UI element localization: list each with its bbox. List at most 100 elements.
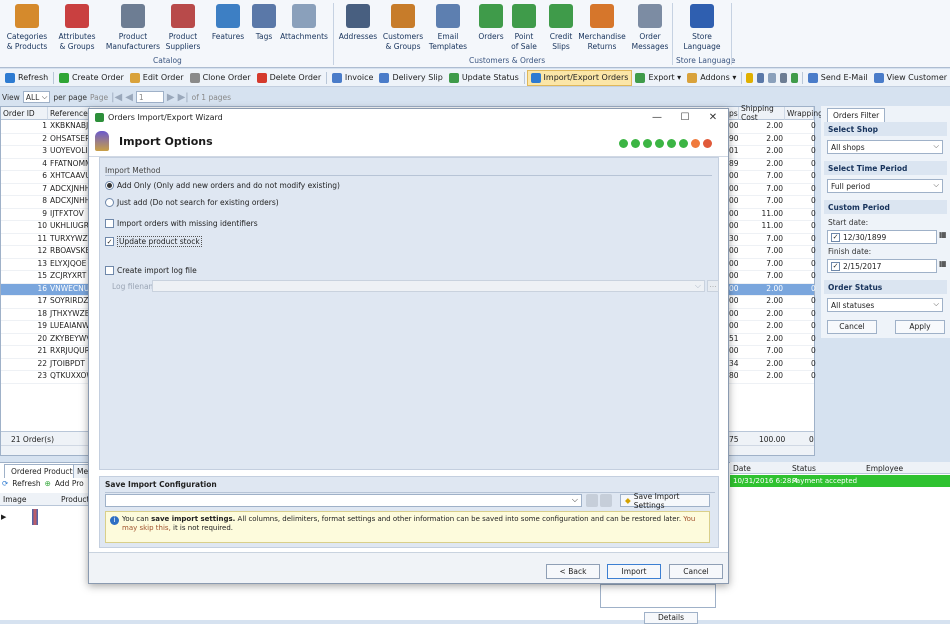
- ribbon-label: Point of Sale: [511, 32, 537, 51]
- tab-ordered-products[interactable]: Ordered Products: [4, 464, 84, 478]
- option-missing-identifiers[interactable]: Import orders with missing identifiers: [105, 219, 258, 228]
- ribbon-separator: [333, 3, 334, 65]
- radio-add-only[interactable]: [105, 181, 114, 190]
- toolbar-extra-icon[interactable]: [779, 72, 787, 83]
- refresh-icon: [5, 72, 15, 83]
- toolbar-extra-icon[interactable]: [790, 72, 799, 83]
- ribbon-button-attachments[interactable]: Attachments: [279, 4, 329, 42]
- reference-cell: UOYEVOLI: [50, 146, 88, 155]
- config-select[interactable]: ⌵: [105, 494, 582, 507]
- save-import-settings-button[interactable]: ◆ Save Import Settings: [620, 492, 710, 510]
- calendar-icon[interactable]: ▦: [939, 259, 947, 268]
- shipping-cost-cell: 7.00: [766, 171, 783, 180]
- shipping-cost-cell: 2.00: [766, 146, 783, 155]
- import-button[interactable]: Import: [607, 564, 661, 579]
- history-row[interactable]: 10/31/2016 6:28:4 Payment accepted: [730, 475, 950, 487]
- update-status-button[interactable]: Update Status: [446, 70, 522, 86]
- ribbon-button-categories-products[interactable]: Categories & Products: [2, 4, 52, 51]
- export-button[interactable]: Export ▾: [632, 70, 684, 86]
- finish-date-field[interactable]: ✓ 2/15/2017: [827, 259, 937, 273]
- toolbar-extra-icon[interactable]: [746, 72, 754, 83]
- clone-order-button[interactable]: Clone Order: [187, 70, 254, 86]
- ps-cell: 89: [729, 158, 739, 168]
- col-wrapping[interactable]: Wrapping: [785, 107, 823, 120]
- add-product-button[interactable]: Add Pro: [55, 479, 84, 488]
- dialog-cancel-button[interactable]: Cancel: [669, 564, 723, 579]
- ribbon-button-attributes[interactable]: Attributes & Groups: [52, 4, 102, 51]
- start-date-field[interactable]: ✓ 12/30/1899: [827, 230, 937, 244]
- refresh-button[interactable]: Refresh: [12, 479, 40, 488]
- wrapping-cell: 0: [811, 146, 816, 155]
- maximize-icon[interactable]: ☐: [671, 109, 699, 126]
- toolbar-extra-icon[interactable]: [757, 72, 765, 83]
- col-reference[interactable]: Reference: [48, 107, 90, 120]
- ribbon-button-addresses[interactable]: Addresses: [333, 4, 383, 42]
- ribbon-button-supplier[interactable]: Product Suppliers: [158, 4, 208, 51]
- shipping-cost-cell: 2.00: [766, 133, 783, 143]
- details-button[interactable]: Details: [644, 612, 698, 624]
- back-button[interactable]: < Back: [546, 564, 600, 579]
- col-date[interactable]: Date: [733, 464, 751, 473]
- col-shipping-cost[interactable]: Shipping Cost: [739, 104, 785, 122]
- order-status-dropdown[interactable]: All statuses: [827, 298, 943, 312]
- first-page-icon[interactable]: |◀: [111, 92, 122, 103]
- shop-dropdown[interactable]: All shops: [827, 140, 943, 154]
- option-update-stock[interactable]: ✓ Update product stock: [105, 236, 202, 247]
- option-add-only[interactable]: Add Only (Only add new orders and do not…: [105, 181, 340, 190]
- ps-cell: 90: [729, 133, 739, 143]
- close-icon[interactable]: ✕: [699, 109, 727, 126]
- message-box[interactable]: [600, 584, 716, 608]
- tab-orders-filter[interactable]: Orders Filter: [827, 108, 886, 122]
- save-disk-icon[interactable]: [600, 494, 612, 507]
- toolbar-extra-icon[interactable]: [768, 72, 776, 83]
- ribbon-button-store-language[interactable]: Store Language: [677, 4, 727, 51]
- prev-page-icon[interactable]: ◀: [125, 92, 133, 103]
- ribbon-button-returns[interactable]: Merchandise Returns: [577, 4, 627, 51]
- radio-just-add[interactable]: [105, 198, 114, 207]
- delete-config-icon[interactable]: [586, 494, 598, 507]
- attachments-icon: [292, 4, 316, 28]
- col-product[interactable]: Product: [58, 493, 89, 506]
- next-page-icon[interactable]: ▶: [167, 92, 175, 103]
- finish-date-checkbox[interactable]: ✓: [831, 261, 840, 271]
- refresh-button[interactable]: Refresh: [2, 70, 51, 86]
- col-employee[interactable]: Employee: [866, 464, 903, 473]
- start-date-checkbox[interactable]: ✓: [831, 232, 840, 242]
- filter-cancel-button[interactable]: Cancel: [827, 320, 877, 334]
- delete-order-button[interactable]: Delete Order: [254, 70, 325, 86]
- option-just-add[interactable]: Just add (Do not search for existing ord…: [105, 198, 279, 207]
- col-order-id[interactable]: Order ID: [1, 107, 48, 120]
- ps-cell: 00: [729, 296, 739, 305]
- time-period-dropdown[interactable]: Full period: [827, 179, 943, 193]
- minimize-icon[interactable]: —: [643, 109, 671, 126]
- log-filename-input[interactable]: ⌵: [152, 280, 705, 292]
- browse-icon[interactable]: …: [707, 280, 719, 292]
- ribbon-button-customers[interactable]: Customers & Groups: [378, 4, 428, 51]
- shipping-cost-cell: 2.00: [766, 283, 783, 293]
- view-select[interactable]: ALL ⌵: [22, 91, 51, 103]
- calendar-icon[interactable]: ▦: [939, 230, 947, 239]
- invoice-button[interactable]: Invoice: [329, 70, 377, 86]
- option-create-log[interactable]: Create import log file: [105, 266, 197, 275]
- edit-order-button[interactable]: Edit Order: [127, 70, 187, 86]
- checkbox-create-log[interactable]: [105, 266, 114, 275]
- checkbox-missing-identifiers[interactable]: [105, 219, 114, 228]
- checkbox-update-stock[interactable]: ✓: [105, 237, 114, 246]
- refresh-icon[interactable]: ⟳: [2, 479, 8, 488]
- reference-cell: XKBKNABJK: [50, 121, 94, 130]
- col-status[interactable]: Status: [792, 464, 816, 473]
- view-customer-button[interactable]: View Customer: [871, 70, 950, 86]
- ps-cell: 00: [729, 221, 739, 230]
- page-number-input[interactable]: 1: [135, 91, 164, 103]
- import-export-orders-button[interactable]: Import/Export Orders: [526, 69, 633, 86]
- add-icon[interactable]: ⊕: [45, 479, 51, 488]
- delivery-slip-button[interactable]: Delivery Slip: [376, 70, 445, 86]
- ribbon-button-manufacturer[interactable]: Product Manufacturers: [106, 4, 160, 51]
- ribbon-button-order-messages[interactable]: Order Messages: [625, 4, 675, 51]
- last-page-icon[interactable]: ▶|: [178, 92, 189, 103]
- wrapping-cell: 0: [811, 183, 816, 193]
- addons-button[interactable]: Addons ▾: [684, 70, 739, 86]
- create-order-button[interactable]: Create Order: [56, 70, 127, 86]
- send-email-button[interactable]: Send E-Mail: [805, 70, 871, 86]
- filter-apply-button[interactable]: Apply: [895, 320, 945, 334]
